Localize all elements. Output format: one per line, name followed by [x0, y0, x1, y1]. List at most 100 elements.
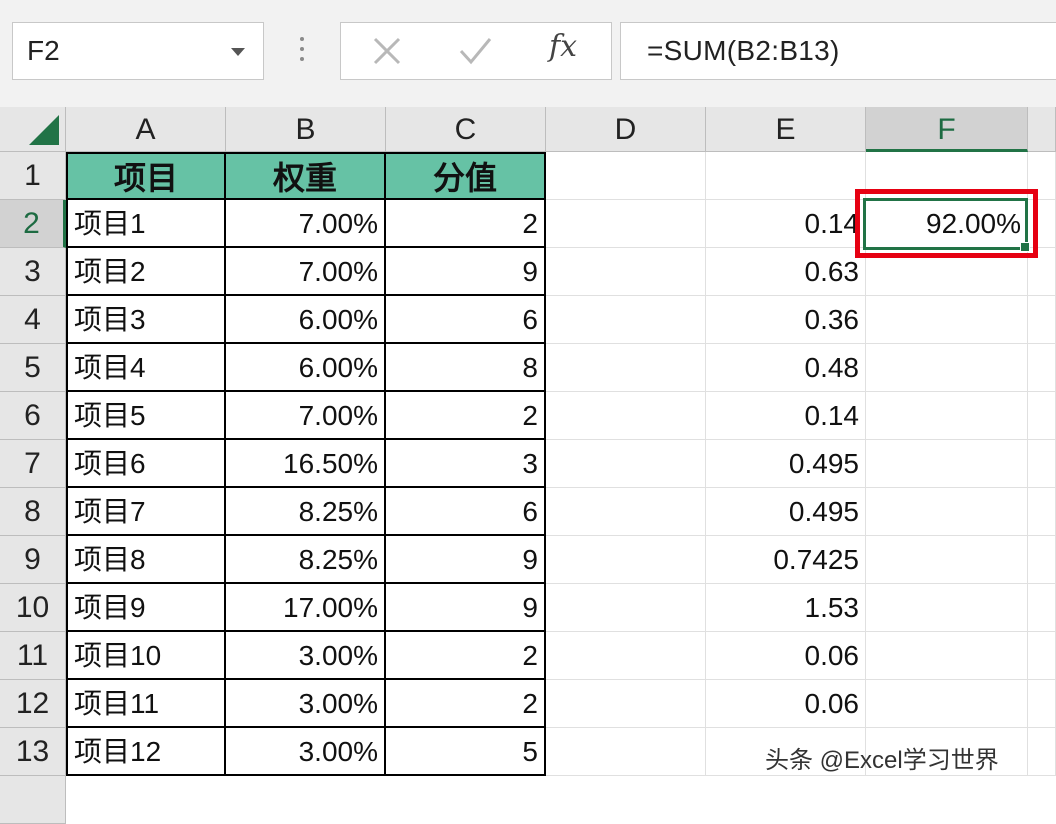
table-cell[interactable]: 项目6 — [66, 440, 226, 488]
row-header-11[interactable]: 11 — [0, 632, 66, 680]
table-cell[interactable]: 6 — [386, 488, 546, 536]
calc-cell[interactable]: 0.06 — [706, 632, 866, 680]
table-cell[interactable]: 5 — [386, 728, 546, 776]
row-header-4[interactable]: 4 — [0, 296, 66, 344]
table-cell[interactable]: 项目12 — [66, 728, 226, 776]
table-cell[interactable]: 16.50% — [226, 440, 386, 488]
cell[interactable] — [1028, 632, 1056, 680]
cell[interactable] — [546, 536, 706, 584]
cell[interactable] — [546, 440, 706, 488]
row-header-13[interactable]: 13 — [0, 728, 66, 776]
table-cell[interactable]: 17.00% — [226, 584, 386, 632]
cell[interactable] — [866, 536, 1028, 584]
row-header-1[interactable]: 1 — [0, 152, 66, 200]
cell[interactable] — [1028, 680, 1056, 728]
fx-icon[interactable]: fx — [549, 29, 577, 64]
cell[interactable] — [866, 296, 1028, 344]
row-header-12[interactable]: 12 — [0, 680, 66, 728]
cell[interactable] — [546, 200, 706, 248]
table-cell[interactable]: 项目9 — [66, 584, 226, 632]
table-cell[interactable]: 项目11 — [66, 680, 226, 728]
cell[interactable] — [1028, 392, 1056, 440]
calc-cell[interactable]: 1.53 — [706, 584, 866, 632]
cell[interactable] — [546, 248, 706, 296]
table-cell[interactable]: 6.00% — [226, 344, 386, 392]
cell[interactable] — [546, 728, 706, 776]
table-header-cell[interactable]: 项目 — [66, 152, 226, 200]
table-cell[interactable]: 7.00% — [226, 248, 386, 296]
x-icon[interactable] — [367, 31, 407, 71]
table-cell[interactable]: 3 — [386, 440, 546, 488]
cell[interactable] — [1028, 440, 1056, 488]
table-cell[interactable]: 项目7 — [66, 488, 226, 536]
table-cell[interactable]: 9 — [386, 584, 546, 632]
table-cell[interactable]: 项目1 — [66, 200, 226, 248]
table-cell[interactable]: 7.00% — [226, 200, 386, 248]
calc-cell[interactable]: 0.495 — [706, 488, 866, 536]
cell[interactable] — [1028, 488, 1056, 536]
cell[interactable] — [866, 680, 1028, 728]
row-header-2[interactable]: 2 — [0, 200, 66, 248]
cell[interactable] — [706, 152, 866, 200]
table-cell[interactable]: 2 — [386, 392, 546, 440]
table-cell[interactable]: 3.00% — [226, 680, 386, 728]
calc-cell[interactable]: 0.48 — [706, 344, 866, 392]
drag-handle-icon[interactable] — [300, 37, 304, 65]
table-cell[interactable]: 6 — [386, 296, 546, 344]
column-header-b[interactable]: B — [226, 107, 386, 152]
table-cell[interactable]: 项目2 — [66, 248, 226, 296]
table-header-cell[interactable]: 权重 — [226, 152, 386, 200]
cell[interactable] — [546, 632, 706, 680]
select-all-button[interactable] — [0, 107, 66, 152]
cell[interactable] — [546, 680, 706, 728]
calc-cell[interactable]: 0.63 — [706, 248, 866, 296]
table-cell[interactable]: 9 — [386, 536, 546, 584]
table-cell[interactable]: 8.25% — [226, 536, 386, 584]
row-header-8[interactable]: 8 — [0, 488, 66, 536]
calc-cell[interactable]: 0.36 — [706, 296, 866, 344]
column-header-e[interactable]: E — [706, 107, 866, 152]
row-header-7[interactable]: 7 — [0, 440, 66, 488]
calc-cell[interactable]: 0.495 — [706, 440, 866, 488]
name-box[interactable]: F2 — [12, 22, 264, 80]
table-cell[interactable]: 3.00% — [226, 728, 386, 776]
table-cell[interactable]: 项目5 — [66, 392, 226, 440]
row-header-6[interactable]: 6 — [0, 392, 66, 440]
cell[interactable] — [546, 344, 706, 392]
table-header-cell[interactable]: 分值 — [386, 152, 546, 200]
column-header-f[interactable]: F — [866, 107, 1028, 152]
cell[interactable] — [1028, 536, 1056, 584]
cell[interactable] — [546, 152, 706, 200]
row-header-3[interactable]: 3 — [0, 248, 66, 296]
chevron-down-icon[interactable] — [231, 48, 245, 56]
cell[interactable] — [546, 584, 706, 632]
table-cell[interactable]: 2 — [386, 680, 546, 728]
cell[interactable] — [1028, 296, 1056, 344]
row-header-5[interactable]: 5 — [0, 344, 66, 392]
table-cell[interactable]: 9 — [386, 248, 546, 296]
table-cell[interactable]: 2 — [386, 632, 546, 680]
table-cell[interactable]: 3.00% — [226, 632, 386, 680]
column-header-a[interactable]: A — [66, 107, 226, 152]
table-cell[interactable]: 7.00% — [226, 392, 386, 440]
calc-cell[interactable]: 0.06 — [706, 680, 866, 728]
row-header-10[interactable]: 10 — [0, 584, 66, 632]
calc-cell[interactable]: 0.14 — [706, 392, 866, 440]
table-cell[interactable]: 8 — [386, 344, 546, 392]
cell[interactable] — [546, 296, 706, 344]
calc-cell[interactable]: 0.14 — [706, 200, 866, 248]
formula-input[interactable]: =SUM(B2:B13) — [620, 22, 1056, 80]
table-cell[interactable]: 项目3 — [66, 296, 226, 344]
cell[interactable] — [866, 488, 1028, 536]
cell[interactable] — [546, 488, 706, 536]
calc-cell[interactable]: 0.7425 — [706, 536, 866, 584]
cell[interactable] — [1028, 344, 1056, 392]
cell[interactable] — [1028, 584, 1056, 632]
cell[interactable] — [866, 440, 1028, 488]
table-cell[interactable]: 2 — [386, 200, 546, 248]
table-cell[interactable]: 项目4 — [66, 344, 226, 392]
table-cell[interactable]: 6.00% — [226, 296, 386, 344]
cell[interactable] — [866, 632, 1028, 680]
row-header-9[interactable]: 9 — [0, 536, 66, 584]
cell[interactable] — [546, 392, 706, 440]
